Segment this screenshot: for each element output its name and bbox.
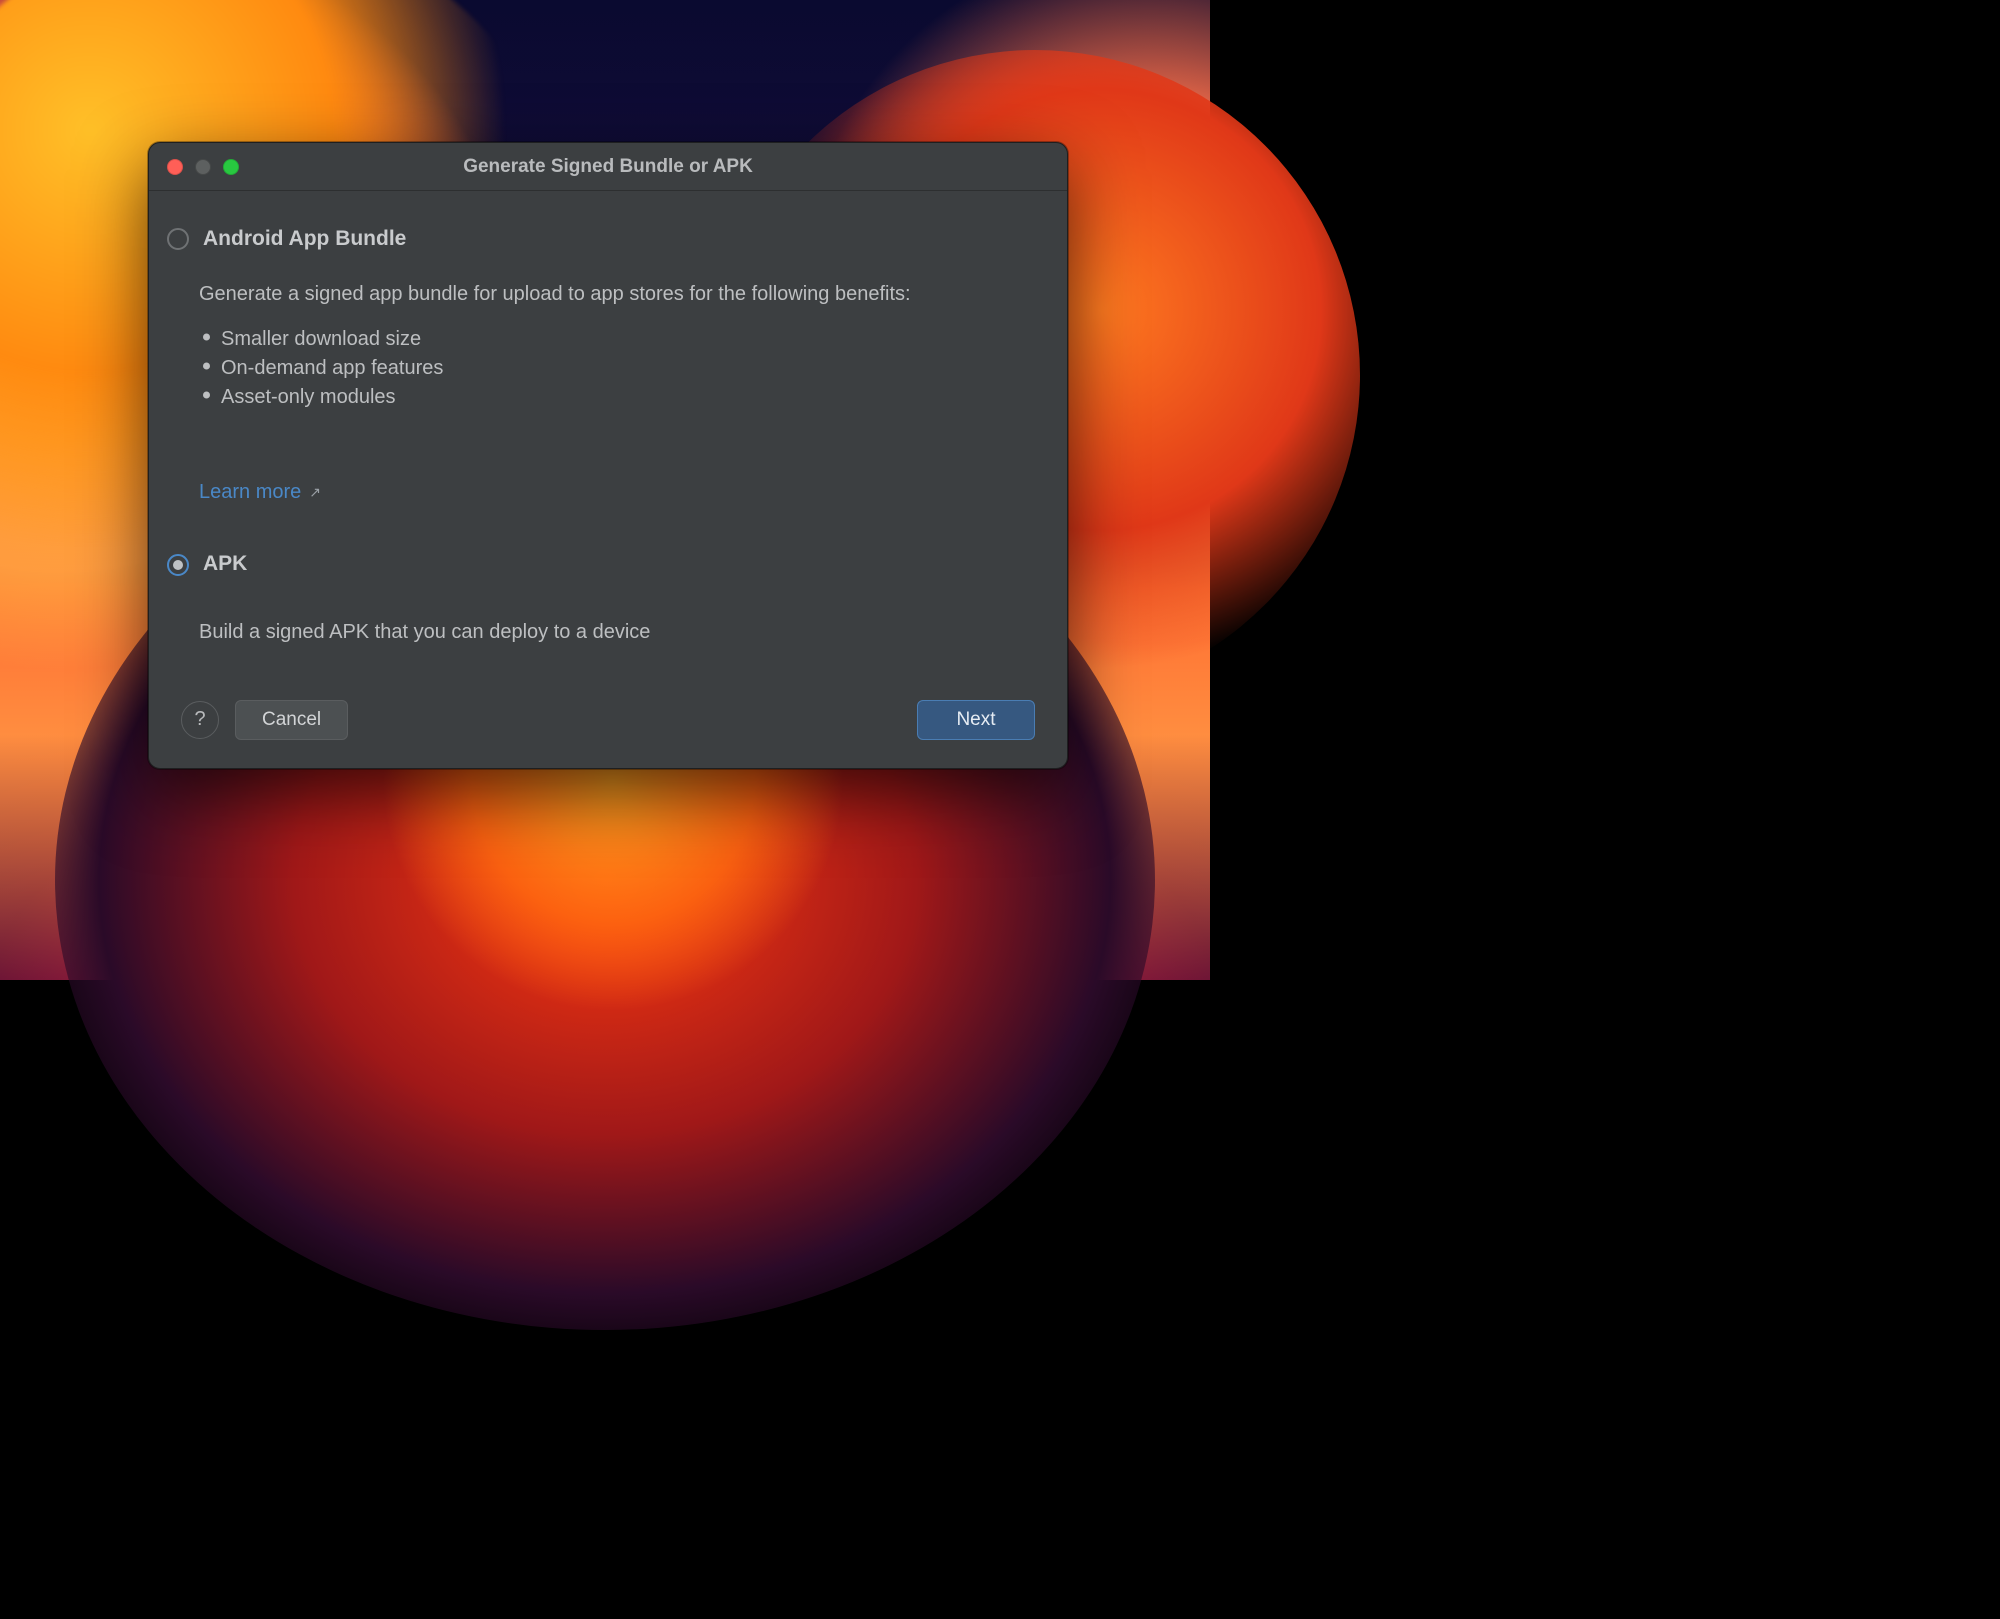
dialog-content: Android App Bundle Generate a signed app… — [149, 191, 1067, 684]
dialog-footer: ? Cancel Next — [149, 684, 1067, 768]
apk-description: Build a signed APK that you can deploy t… — [199, 619, 1037, 646]
titlebar: Generate Signed Bundle or APK — [149, 143, 1067, 191]
bundle-description: Generate a signed app bundle for upload … — [199, 281, 1037, 308]
radio-android-app-bundle[interactable]: Android App Bundle — [167, 225, 1037, 253]
desktop-wallpaper: Generate Signed Bundle or APK Android Ap… — [0, 0, 1210, 980]
next-button[interactable]: Next — [917, 700, 1035, 740]
learn-more-link[interactable]: Learn more ↗ — [199, 479, 321, 506]
radio-label-bundle: Android App Bundle — [203, 225, 406, 253]
generate-signed-dialog: Generate Signed Bundle or APK Android Ap… — [148, 142, 1068, 769]
learn-more-label: Learn more — [199, 479, 301, 506]
dialog-title: Generate Signed Bundle or APK — [149, 156, 1067, 178]
bundle-benefits-list: Smaller download size On-demand app feat… — [199, 326, 1037, 411]
radio-icon — [167, 228, 189, 250]
external-link-icon: ↗ — [309, 483, 321, 502]
radio-icon — [167, 554, 189, 576]
apk-description-block: Build a signed APK that you can deploy t… — [199, 619, 1037, 646]
bundle-benefit-item: On-demand app features — [199, 355, 1037, 382]
help-button[interactable]: ? — [181, 701, 219, 739]
radio-label-apk: APK — [203, 550, 247, 578]
radio-apk[interactable]: APK — [167, 550, 1037, 578]
apk-section: APK Build a signed APK that you can depl… — [167, 550, 1037, 645]
bundle-benefit-item: Smaller download size — [199, 326, 1037, 353]
bundle-description-block: Generate a signed app bundle for upload … — [199, 281, 1037, 411]
bundle-benefit-item: Asset-only modules — [199, 384, 1037, 411]
cancel-button[interactable]: Cancel — [235, 700, 348, 740]
